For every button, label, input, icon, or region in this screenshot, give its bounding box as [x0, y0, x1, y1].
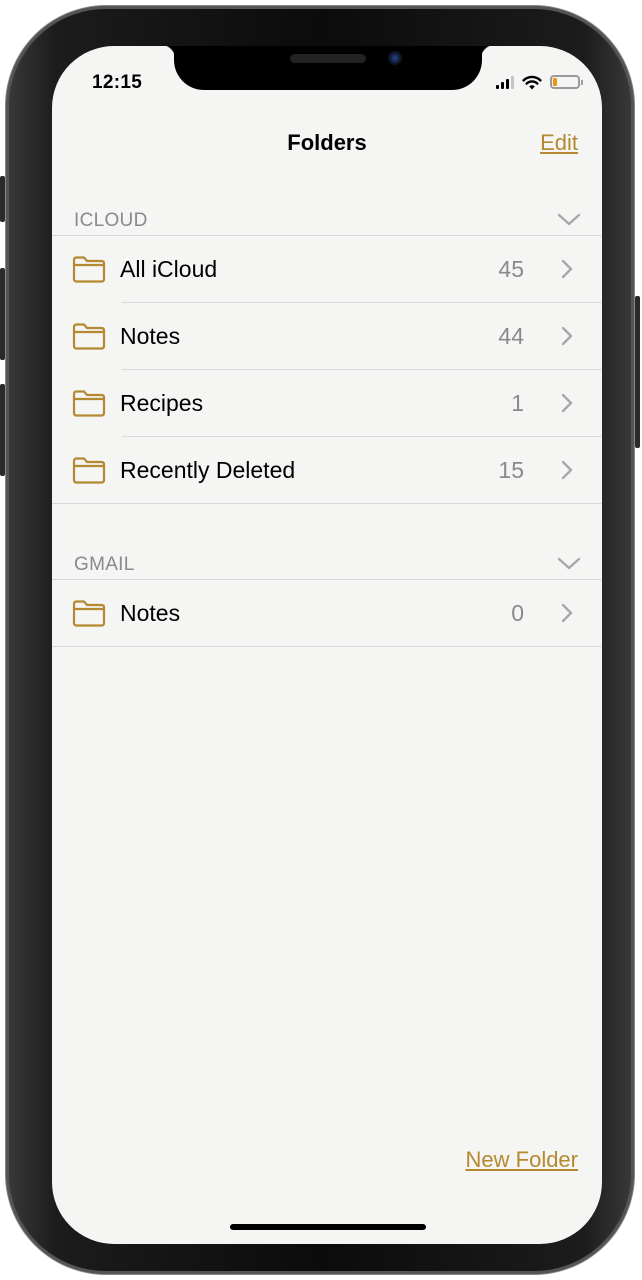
folder-count: 45: [498, 256, 524, 282]
folder-count: 1: [511, 390, 524, 416]
status-icons: [496, 72, 583, 92]
cellular-signal-icon: [496, 75, 514, 89]
folder-count: 44: [498, 323, 524, 349]
folder-count: 15: [498, 457, 524, 483]
chevron-right-icon: [561, 603, 573, 623]
folder-row-recipes[interactable]: Recipes 1: [52, 370, 602, 436]
chevron-down-icon[interactable]: [556, 550, 582, 576]
folder-name: Recipes: [120, 390, 204, 416]
chevron-right-icon: [561, 259, 573, 279]
front-camera: [388, 51, 402, 65]
battery-level: [553, 78, 557, 86]
volume-down-button: [0, 384, 5, 476]
notch: [160, 46, 496, 90]
folder-row-recently-deleted[interactable]: Recently Deleted 15: [52, 437, 602, 503]
folder-row-gmail-notes[interactable]: Notes 0: [52, 580, 602, 646]
silent-switch: [0, 176, 5, 222]
battery-low-icon: [550, 75, 583, 89]
folder-name: Notes: [120, 600, 181, 626]
wifi-icon: [522, 75, 542, 89]
folder-row-notes[interactable]: Notes 44: [52, 303, 602, 369]
page-title: Folders: [287, 130, 367, 155]
folder-icon: [72, 457, 106, 484]
chevron-right-icon: [561, 326, 573, 346]
chevron-right-icon: [561, 393, 573, 413]
chevron-down-icon[interactable]: [556, 206, 582, 232]
folder-name: All iCloud: [120, 256, 218, 282]
power-button: [635, 296, 640, 448]
chevron-right-icon: [561, 460, 573, 480]
folder-row-all-icloud[interactable]: All iCloud 45: [52, 236, 602, 302]
separator: [52, 646, 602, 647]
folder-icon: [72, 323, 106, 350]
section-header-label: ICLOUD: [74, 210, 148, 231]
home-indicator[interactable]: [230, 1224, 426, 1230]
section-header-label: GMAIL: [74, 554, 135, 575]
edit-button[interactable]: Edit: [540, 130, 578, 156]
volume-up-button: [0, 268, 5, 360]
status-time: 12:15: [92, 72, 143, 93]
new-folder-button[interactable]: New Folder: [466, 1147, 578, 1173]
earpiece-speaker: [290, 54, 366, 63]
gmail-folder-list: Notes 0: [52, 579, 602, 647]
folder-icon: [72, 390, 106, 417]
folder-count: 0: [511, 600, 524, 626]
folder-name: Notes: [120, 323, 181, 349]
folder-icon: [72, 256, 106, 283]
folder-name: Recently Deleted: [120, 457, 296, 483]
icloud-folder-list: All iCloud 45 Notes 44 Recipes 1 Recentl…: [52, 235, 602, 504]
screen: 12:15 Folders Edit ICLOUD All iCloud 45 …: [52, 46, 602, 1244]
phone-frame: 12:15 Folders Edit ICLOUD All iCloud 45 …: [0, 6, 640, 1274]
folder-icon: [72, 600, 106, 627]
separator: [52, 503, 602, 504]
